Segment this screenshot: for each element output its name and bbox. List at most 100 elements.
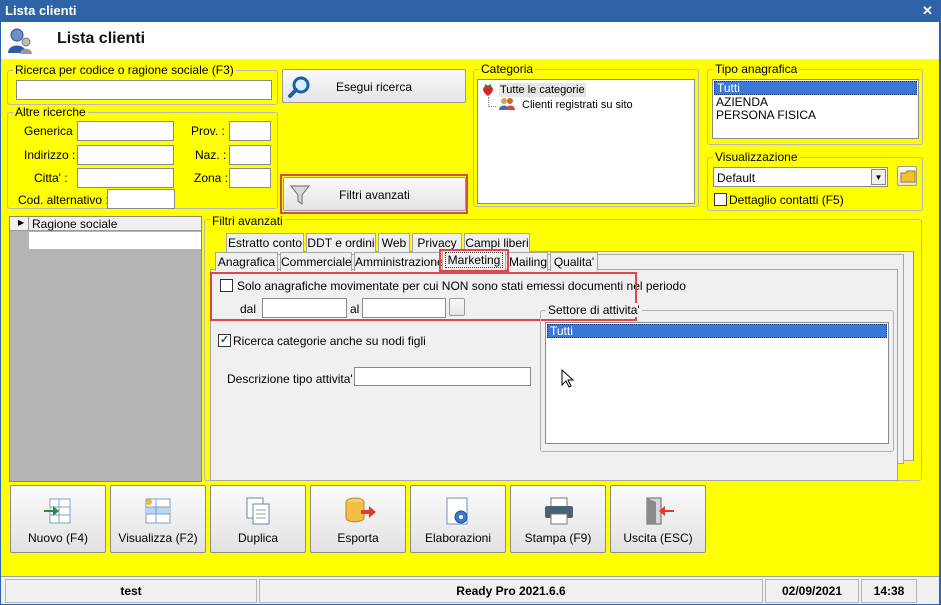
tipo-item-tutti[interactable]: Tutti (714, 81, 917, 95)
descrizione-label: Descrizione tipo attivita' : (227, 372, 360, 386)
status-app-version: Ready Pro 2021.6.6 (259, 579, 763, 603)
nuovo-button[interactable]: Nuovo (F4) (10, 485, 106, 553)
column-ragione-sociale[interactable]: Ragione sociale (32, 217, 117, 231)
status-time: 14:38 (861, 579, 917, 603)
filtri-avanzati-label: Filtri avanzati (210, 214, 285, 228)
code-search-label: Ricerca per codice o ragione sociale (F3… (13, 63, 236, 77)
naz-input[interactable] (229, 145, 271, 165)
dettaglio-label: Dettaglio contatti (F5) (729, 193, 844, 207)
printer-icon (545, 497, 573, 525)
code-search-group: Ricerca per codice o ragione sociale (F3… (7, 63, 278, 105)
strawberry-icon (483, 84, 493, 96)
tab-qualita[interactable]: Qualita' (550, 252, 598, 271)
processing-gear-icon (446, 497, 468, 525)
exit-door-icon (646, 497, 674, 525)
citta-input[interactable] (77, 168, 174, 188)
tab-commerciale[interactable]: Commerciale (280, 252, 352, 271)
chevron-down-icon[interactable]: ▼ (871, 169, 886, 185)
page-title: Lista clienti (57, 30, 146, 47)
categoria-tree[interactable]: Tutte le categorie Clienti registrati su… (477, 79, 695, 204)
categoria-label: Categoria (479, 62, 536, 76)
results-grid[interactable]: ▶ Ragione sociale (9, 216, 202, 482)
other-search-label: Altre ricerche (13, 105, 88, 119)
stampa-button[interactable]: Stampa (F9) (510, 485, 606, 553)
view-row-icon (145, 498, 171, 524)
zona-label: Zona : (194, 171, 229, 185)
nuovo-label: Nuovo (F4) (27, 531, 89, 545)
row-indicator-icon: ▶ (18, 218, 25, 227)
elaborazioni-label: Elaborazioni (424, 531, 492, 545)
generica-input[interactable] (77, 121, 174, 141)
visualizzazione-selected: Default (717, 171, 756, 185)
duplicate-icon (246, 497, 270, 525)
duplica-button[interactable]: Duplica (210, 485, 306, 553)
settore-label: Settore di attivita' (546, 303, 642, 317)
tab-mailing[interactable]: Mailing (508, 252, 548, 271)
uscita-label: Uscita (ESC) (623, 531, 693, 545)
descrizione-input[interactable] (354, 367, 531, 386)
visualizzazione-label: Visualizzazione (713, 150, 800, 164)
tab-estratto-conto[interactable]: Estratto conto (226, 233, 304, 252)
code-search-input[interactable] (16, 80, 272, 100)
mouse-cursor-icon (561, 369, 574, 388)
settore-item-tutti[interactable]: Tutti (547, 324, 887, 338)
other-search-group: Altre ricerche Generica : Indirizzo : Ci… (7, 105, 278, 209)
tipo-anagrafica-list[interactable]: Tutti AZIENDA PERSONA FISICA (712, 79, 919, 139)
settore-group: Settore di attivita' Tutti (540, 303, 894, 452)
search-button-label: Esegui ricerca (335, 80, 413, 94)
prov-label: Prov. : (191, 124, 225, 138)
status-user: test (5, 579, 257, 603)
close-icon[interactable]: ✕ (921, 4, 934, 18)
status-date: 02/09/2021 (765, 579, 859, 603)
main-panel: Ricerca per codice o ragione sociale (F3… (1, 59, 939, 576)
categoria-item-tutte[interactable]: Tutte le categorie (499, 83, 586, 97)
visualizzazione-select[interactable]: Default ▼ (713, 167, 888, 187)
tipo-item-azienda[interactable]: AZIENDA (716, 95, 768, 109)
zona-input[interactable] (229, 168, 271, 188)
prov-input[interactable] (229, 121, 271, 141)
generica-label: Generica : (24, 124, 80, 138)
page-header: Lista clienti (1, 22, 939, 59)
visualizza-button[interactable]: Visualizza (F2) (110, 485, 206, 553)
users-icon (499, 98, 515, 110)
status-bar: test Ready Pro 2021.6.6 02/09/2021 14:38 (1, 576, 939, 604)
naz-label: Naz. : (195, 148, 227, 162)
cod-alt-label: Cod. alternativo : (18, 193, 109, 207)
new-row-icon (44, 498, 71, 524)
duplica-label: Duplica (237, 531, 279, 545)
tab-web[interactable]: Web (378, 233, 410, 252)
visualizza-label: Visualizza (F2) (118, 531, 198, 545)
cod-alt-input[interactable] (107, 189, 175, 209)
folder-button[interactable] (897, 166, 917, 186)
settore-list[interactable]: Tutti (545, 322, 889, 444)
tab-amministrazione[interactable]: Amministrazione (354, 252, 444, 271)
highlight-advanced-filters (280, 174, 468, 214)
categoria-item-clienti[interactable]: Clienti registrati su sito (522, 98, 633, 112)
uscita-button[interactable]: Uscita (ESC) (610, 485, 706, 553)
highlight-marketing-tab (439, 249, 509, 272)
esporta-button[interactable]: Esporta (310, 485, 406, 553)
folder-icon (900, 170, 916, 183)
esporta-label: Esporta (337, 531, 379, 545)
search-button[interactable]: Esegui ricerca (282, 69, 466, 103)
ricerca-label: Ricerca categorie anche su nodi figli (233, 334, 426, 348)
categoria-group: Categoria Tutte le categorie Clienti reg… (473, 62, 699, 207)
window-title: Lista clienti (0, 0, 941, 22)
visualizzazione-group: Visualizzazione Default ▼ Dettaglio cont… (707, 150, 923, 211)
tab-anagrafica[interactable]: Anagrafica (215, 252, 278, 271)
tab-ddt-ordini[interactable]: DDT e ordini (306, 233, 376, 252)
ricerca-checkbox[interactable]: ✓ (218, 334, 231, 347)
citta-label: Citta' : (34, 171, 68, 185)
indirizzo-input[interactable] (77, 145, 174, 165)
dettaglio-checkbox[interactable] (714, 193, 727, 206)
grid-header: ▶ Ragione sociale (10, 217, 201, 231)
grid-row[interactable] (29, 232, 201, 249)
stampa-label: Stampa (F9) (524, 531, 592, 545)
export-database-icon (345, 497, 376, 523)
customers-icon (8, 28, 32, 54)
indirizzo-label: Indirizzo : (24, 148, 76, 162)
tipo-item-persona[interactable]: PERSONA FISICA (716, 108, 816, 122)
tipo-anagrafica-label: Tipo anagrafica (713, 62, 800, 76)
elaborazioni-button[interactable]: Elaborazioni (410, 485, 506, 553)
tipo-anagrafica-group: Tipo anagrafica Tutti AZIENDA PERSONA FI… (707, 62, 923, 145)
